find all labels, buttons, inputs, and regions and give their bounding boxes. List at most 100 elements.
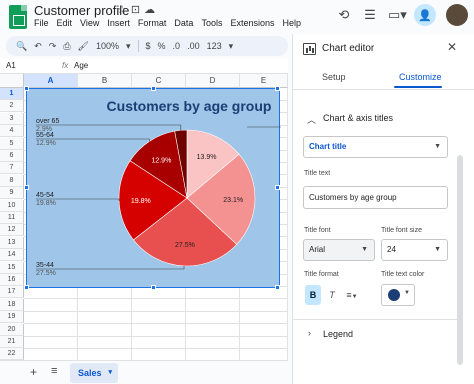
- increase-decimal-button[interactable]: .00: [187, 41, 200, 51]
- row-header-7[interactable]: 7: [0, 162, 24, 175]
- chart-title[interactable]: Customers by age group: [107, 98, 272, 114]
- row-header-12[interactable]: 12: [0, 224, 24, 237]
- resize-handle[interactable]: [151, 86, 156, 91]
- decrease-decimal-button[interactable]: .0: [173, 41, 181, 51]
- move-icon[interactable]: ⊡: [131, 4, 144, 16]
- toolbar-divider: [137, 40, 139, 52]
- menu-file[interactable]: File: [34, 18, 49, 28]
- chevron-right-icon[interactable]: ›: [308, 328, 311, 338]
- cell-reference[interactable]: A1: [6, 61, 16, 70]
- column-header-a[interactable]: A: [24, 74, 78, 88]
- align-button[interactable]: ≡▼: [343, 285, 361, 305]
- sheet-tab-sales[interactable]: Sales ▾: [70, 363, 118, 383]
- chevron-up-icon[interactable]: ︿: [307, 113, 316, 126]
- title-font-size-select[interactable]: 24 ▼: [381, 239, 448, 261]
- menu-format[interactable]: Format: [138, 18, 167, 28]
- all-sheets-icon[interactable]: ≡: [51, 365, 57, 377]
- sheets-logo-icon[interactable]: [9, 5, 27, 29]
- menu-data[interactable]: Data: [174, 18, 193, 28]
- row-header-3[interactable]: 3: [0, 112, 24, 125]
- document-title[interactable]: Customer profile: [34, 3, 129, 18]
- row-header-2[interactable]: 2: [0, 100, 24, 113]
- avatar[interactable]: [446, 4, 468, 26]
- resize-handle[interactable]: [24, 285, 29, 290]
- row-header-14[interactable]: 14: [0, 249, 24, 262]
- menu-insert[interactable]: Insert: [107, 18, 130, 28]
- title-font-select[interactable]: Arial ▼: [303, 239, 375, 261]
- history-icon[interactable]: ⟲: [336, 7, 352, 23]
- title-text-input[interactable]: Customers by age group: [303, 186, 448, 209]
- row-header-4[interactable]: 4: [0, 125, 24, 138]
- title-font-value: Arial: [309, 245, 326, 254]
- column-header-d[interactable]: D: [186, 74, 240, 88]
- resize-handle[interactable]: [24, 185, 29, 190]
- tab-customize[interactable]: Customize: [399, 72, 442, 82]
- number-format-button[interactable]: 123: [207, 41, 222, 51]
- menu-tools[interactable]: Tools: [201, 18, 222, 28]
- row-header-8[interactable]: 8: [0, 174, 24, 187]
- percent-button[interactable]: %: [158, 41, 166, 51]
- share-button[interactable]: 👤: [414, 4, 436, 26]
- leader-line: [36, 124, 182, 131]
- menu-help[interactable]: Help: [282, 18, 301, 28]
- menu-view[interactable]: View: [80, 18, 99, 28]
- formula-bar: A1 fx Age: [0, 58, 288, 74]
- zoom-select[interactable]: 100%: [96, 41, 119, 51]
- resize-handle[interactable]: [275, 285, 280, 290]
- bold-button[interactable]: B: [305, 285, 321, 305]
- title-icons: ☆⊡☁: [117, 3, 159, 16]
- row-header-18[interactable]: 18: [0, 298, 24, 311]
- column-header-c[interactable]: C: [132, 74, 186, 88]
- row-header-1[interactable]: 1: [0, 88, 24, 100]
- resize-handle[interactable]: [24, 86, 29, 91]
- top-bar: Customer profile ☆⊡☁ File Edit View Inse…: [0, 0, 474, 34]
- legend-label-55-64: 55-64: [36, 132, 54, 139]
- add-sheet-icon[interactable]: +: [30, 365, 37, 379]
- row-header-9[interactable]: 9: [0, 187, 24, 200]
- title-text-color-select[interactable]: ▼: [381, 284, 415, 306]
- row-header-16[interactable]: 16: [0, 274, 24, 286]
- row-header-20[interactable]: 20: [0, 323, 24, 336]
- row-header-6[interactable]: 6: [0, 150, 24, 162]
- menu-extensions[interactable]: Extensions: [230, 18, 274, 28]
- paint-format-icon[interactable]: 🖌: [78, 41, 89, 52]
- search-icon[interactable]: 🔍: [16, 41, 27, 52]
- row-header-22[interactable]: 22: [0, 348, 24, 360]
- number-format-caret-icon[interactable]: ▾: [229, 41, 234, 52]
- select-all-corner[interactable]: [0, 74, 24, 88]
- chart-title-select[interactable]: Chart title ▼: [303, 136, 448, 158]
- row-header-5[interactable]: 5: [0, 137, 24, 150]
- column-header-e[interactable]: E: [240, 74, 288, 88]
- tab-setup[interactable]: Setup: [322, 72, 346, 82]
- italic-button[interactable]: T: [325, 285, 339, 305]
- close-icon[interactable]: ✕: [447, 40, 457, 54]
- slice-label-45-54: 19.8%: [131, 198, 151, 205]
- row-header-21[interactable]: 21: [0, 336, 24, 348]
- zoom-caret-icon[interactable]: ▾: [126, 41, 131, 52]
- row-header-17[interactable]: 17: [0, 286, 24, 299]
- star-icon[interactable]: ☆: [117, 4, 131, 16]
- formula-input[interactable]: Age: [74, 61, 88, 70]
- row-header-15[interactable]: 15: [0, 261, 24, 274]
- comment-icon[interactable]: ☰: [362, 7, 378, 23]
- column-header-b[interactable]: B: [78, 74, 132, 88]
- pie-chart[interactable]: Customers by age group 13.9% 23.1% 27.5% 19.…: [24, 86, 281, 290]
- resize-handle[interactable]: [275, 86, 280, 91]
- cloud-icon[interactable]: ☁: [144, 4, 159, 16]
- redo-icon[interactable]: ↷: [49, 41, 57, 52]
- currency-button[interactable]: $: [146, 41, 151, 51]
- resize-handle[interactable]: [151, 285, 156, 290]
- sheet-tab-caret-icon[interactable]: ▾: [108, 363, 112, 383]
- row-header-13[interactable]: 13: [0, 236, 24, 249]
- row-header-11[interactable]: 11: [0, 212, 24, 224]
- section-legend[interactable]: Legend: [323, 329, 353, 339]
- panel-scrollbar[interactable]: [457, 155, 463, 365]
- row-header-19[interactable]: 19: [0, 311, 24, 324]
- row-header-10[interactable]: 10: [0, 199, 24, 212]
- resize-handle[interactable]: [275, 185, 280, 190]
- undo-icon[interactable]: ↶: [34, 41, 42, 52]
- menu-edit[interactable]: Edit: [57, 18, 73, 28]
- print-icon[interactable]: ⎙: [63, 41, 70, 52]
- section-chart-axis-titles[interactable]: Chart & axis titles: [323, 113, 393, 123]
- video-icon[interactable]: ▭▾: [388, 7, 407, 23]
